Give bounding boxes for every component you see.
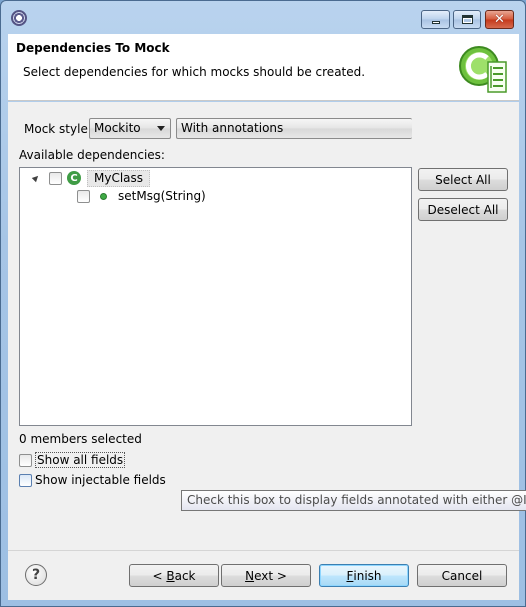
wizard-header: Dependencies To Mock Select dependencies…: [8, 34, 519, 101]
class-wizard-logo-icon: [459, 46, 507, 93]
wizard-footer: ? < Back Next > Finish Cancel: [8, 550, 519, 600]
finish-rest: inish: [353, 568, 382, 583]
show-injectable-fields-checkbox[interactable]: [19, 473, 32, 487]
close-icon: ✕: [494, 12, 505, 27]
next-mnemonic: N: [245, 568, 255, 583]
page-title: Dependencies To Mock: [16, 41, 170, 55]
show-all-fields-option[interactable]: Show all fields: [19, 452, 126, 468]
close-button[interactable]: ✕: [485, 10, 514, 29]
chevron-down-icon: [157, 126, 165, 131]
mock-style-select[interactable]: Mockito: [89, 118, 171, 139]
back-rest: ack: [174, 568, 196, 583]
minimize-icon: [431, 21, 440, 24]
annotation-style-select[interactable]: With annotations: [176, 118, 412, 139]
available-dependencies-label: Available dependencies:: [19, 148, 165, 162]
next-button[interactable]: Next >: [221, 564, 311, 587]
show-all-fields-label[interactable]: Show all fields: [35, 452, 126, 468]
wizard-content: Mock style: Mockito With annotations Ava…: [8, 102, 519, 550]
minimize-button[interactable]: [421, 10, 450, 29]
show-injectable-fields-label[interactable]: Show injectable fields: [35, 473, 166, 487]
members-selected-status: 0 members selected: [19, 432, 142, 446]
page-description: Select dependencies for which mocks shou…: [23, 65, 366, 79]
class-label[interactable]: MyClass: [87, 169, 151, 187]
class-checkbox[interactable]: [49, 171, 62, 185]
cancel-button[interactable]: Cancel: [417, 564, 507, 587]
show-injectable-fields-option[interactable]: Show injectable fields: [19, 473, 166, 487]
show-all-fields-checkbox[interactable]: [19, 453, 32, 467]
dependencies-tree[interactable]: C MyClass setMsg(String): [19, 167, 412, 426]
annotation-style-value: With annotations: [181, 121, 284, 135]
expand-arrow-icon[interactable]: [31, 173, 41, 183]
mock-style-value: Mockito: [94, 121, 141, 135]
next-rest: ext >: [254, 568, 287, 583]
back-mnemonic: B: [166, 568, 175, 583]
mock-style-label: Mock style:: [24, 122, 92, 136]
class-icon: C: [67, 171, 81, 185]
finish-button[interactable]: Finish: [319, 564, 409, 587]
public-method-icon: [100, 192, 107, 200]
eclipse-gear-icon: [11, 10, 27, 26]
back-prefix: <: [152, 568, 167, 583]
dialog-window: ✕ Dependencies To Mock Select dependenci…: [0, 0, 526, 607]
finish-mnemonic: F: [346, 568, 354, 583]
back-button[interactable]: < Back: [129, 564, 219, 587]
maximize-button[interactable]: [453, 10, 481, 29]
help-icon[interactable]: ?: [25, 564, 47, 586]
tree-row-class[interactable]: C MyClass: [31, 169, 151, 187]
title-bar[interactable]: ✕: [1, 1, 525, 34]
method-label[interactable]: setMsg(String): [118, 189, 206, 203]
tree-row-method[interactable]: setMsg(String): [77, 187, 206, 205]
method-checkbox[interactable]: [77, 189, 90, 203]
maximize-icon: [461, 15, 473, 24]
deselect-all-button[interactable]: Deselect All: [418, 198, 508, 221]
select-all-button[interactable]: Select All: [418, 168, 508, 191]
show-all-fields-tooltip: Check this box to display fields annotat…: [181, 490, 526, 511]
